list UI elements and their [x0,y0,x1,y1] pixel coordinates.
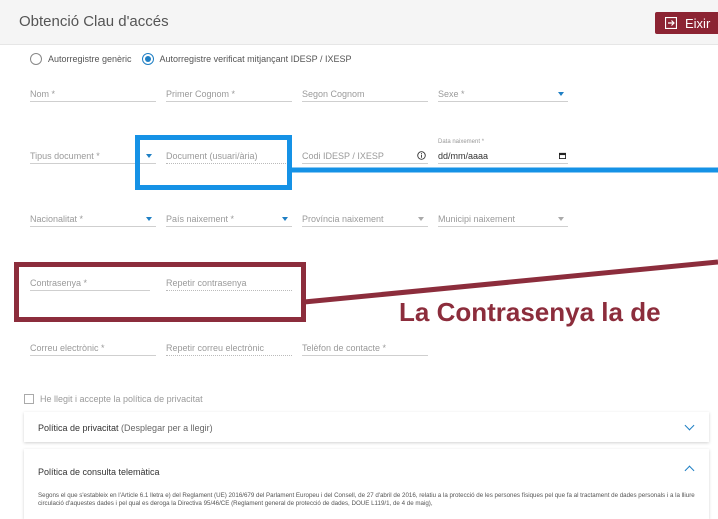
telematic-policy-panel: Política de consulta telemàtica Segons e… [24,449,709,519]
document-type-label: Tipus document * [30,151,100,161]
email-label: Correu electrònic * [30,343,105,353]
birth-province-select[interactable]: Província naixement [302,212,428,227]
chevron-up-icon[interactable] [684,465,695,476]
phone-label: Telèfon de contacte * [302,343,387,353]
email-field[interactable]: Correu electrònic * [30,341,156,356]
radio-generic[interactable] [30,53,42,65]
birth-municipality-chevron-down-icon [558,217,564,221]
first-surname-field[interactable]: Primer Cognom * [166,87,292,102]
telematic-policy-text: Segons el que s'estableix en l'Article 6… [38,492,695,507]
privacy-policy-title-text: Política de privacitat [38,423,119,433]
nationality-select[interactable]: Nacionalitat * [30,212,156,227]
privacy-checkbox-label: He llegit i accepte la política de priva… [40,394,203,404]
radio-generic-label: Autorregistre genèric [48,54,132,64]
birth-country-select[interactable]: País naixement * [166,212,292,227]
birth-date-value: dd/mm/aaaa [438,151,489,161]
privacy-policy-hint: (Desplegar per a llegir) [118,423,213,433]
info-icon[interactable] [417,151,426,160]
birth-municipality-select[interactable]: Municipi naixement [438,212,568,227]
registration-type-group: Autorregistre genèric Autorregistre veri… [30,53,361,65]
exit-label: Eixir [685,15,711,31]
birth-province-label: Província naixement [302,214,384,224]
birth-country-chevron-down-icon [282,217,288,221]
password-highlight-box [14,262,306,322]
calendar-icon[interactable] [559,152,566,159]
idesp-code-label: Codi IDESP / IXESP [302,151,384,161]
birth-province-chevron-down-icon [418,217,424,221]
document-highlight-box [135,135,292,190]
page-header: Obtenció Clau d'accés Eixir [0,0,718,45]
first-surname-label: Primer Cognom * [166,89,236,99]
password-callout-text: La Contrasenya la de [399,297,661,327]
exit-button[interactable]: Eixir [655,12,718,34]
birth-date-caption: Data naixement * [438,139,485,145]
privacy-checkbox[interactable] [24,394,34,404]
radio-verified-label: Autorregistre verificat mitjançant IDESP… [159,54,352,64]
sex-chevron-down-icon [558,92,564,96]
sex-label: Sexe * [438,89,465,99]
idesp-code-field[interactable]: Codi IDESP / IXESP [302,149,428,164]
telematic-policy-title: Política de consulta telemàtica [38,467,160,477]
exit-icon [665,17,677,29]
repeat-email-field[interactable]: Repetir correu electrònic [166,341,292,356]
nationality-label: Nacionalitat * [30,214,84,224]
name-field[interactable]: Nom * [30,87,156,102]
privacy-policy-title: Política de privacitat (Desplegar per a … [38,423,213,433]
birth-country-label: País naixement * [166,214,235,224]
chevron-down-icon[interactable] [684,420,695,431]
privacy-checkbox-row[interactable]: He llegit i accepte la política de priva… [24,394,203,404]
privacy-policy-panel[interactable]: Política de privacitat (Desplegar per a … [24,412,709,442]
birth-date-field[interactable]: dd/mm/aaaa [438,149,568,164]
birth-municipality-label: Municipi naixement [438,214,516,224]
repeat-email-label: Repetir correu electrònic [166,343,265,353]
phone-field[interactable]: Telèfon de contacte * [302,341,428,356]
password-callout-line [303,259,718,305]
page-title: Obtenció Clau d'accés [19,13,169,30]
nationality-chevron-down-icon [146,217,152,221]
sex-select[interactable]: Sexe * [438,87,568,102]
second-surname-field[interactable]: Segon Cognom [302,87,428,102]
name-label: Nom * [30,89,56,99]
second-surname-label: Segon Cognom [302,89,365,99]
radio-verified[interactable] [141,53,154,65]
